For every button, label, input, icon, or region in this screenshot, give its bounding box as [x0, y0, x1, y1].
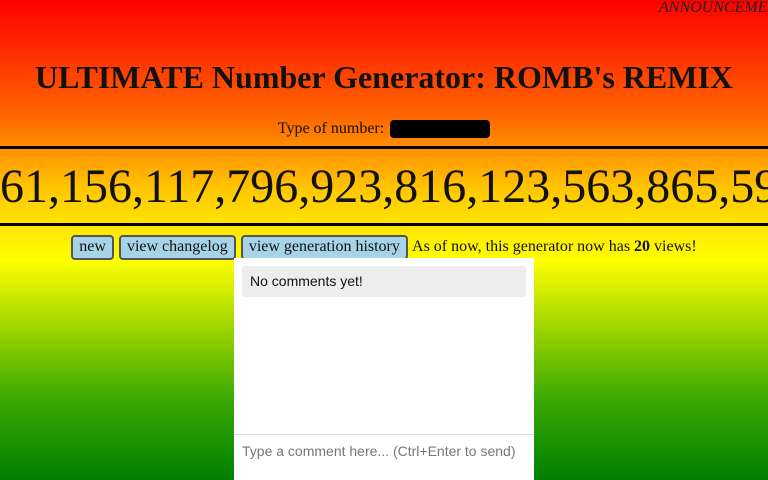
generated-number: 61,156,117,796,923,816,123,563,865,59 [0, 160, 768, 213]
comment-input[interactable] [234, 434, 534, 480]
views-prefix: As of now, this generator now has [412, 238, 631, 255]
view-changelog-button[interactable]: view changelog [118, 235, 236, 260]
generated-number-display: 61,156,117,796,923,816,123,563,865,59 [0, 146, 768, 226]
type-of-number-label: Type of number: [277, 120, 385, 137]
announcement-link[interactable]: ANNOUNCEMENT [659, 0, 768, 17]
no-comments-message: No comments yet! [242, 266, 526, 297]
new-button[interactable]: new [71, 235, 114, 260]
action-bar: new view changelog view generation histo… [0, 235, 768, 260]
type-of-number-select[interactable] [390, 120, 491, 139]
views-count: 20 [634, 238, 651, 255]
type-of-number-row: Type of number: [0, 120, 768, 139]
views-suffix: views! [654, 238, 697, 255]
page-title: ULTIMATE Number Generator: ROMB's REMIX [34, 59, 734, 95]
comments-panel: No comments yet! [234, 258, 534, 480]
view-generation-history-button[interactable]: view generation history [240, 235, 408, 260]
